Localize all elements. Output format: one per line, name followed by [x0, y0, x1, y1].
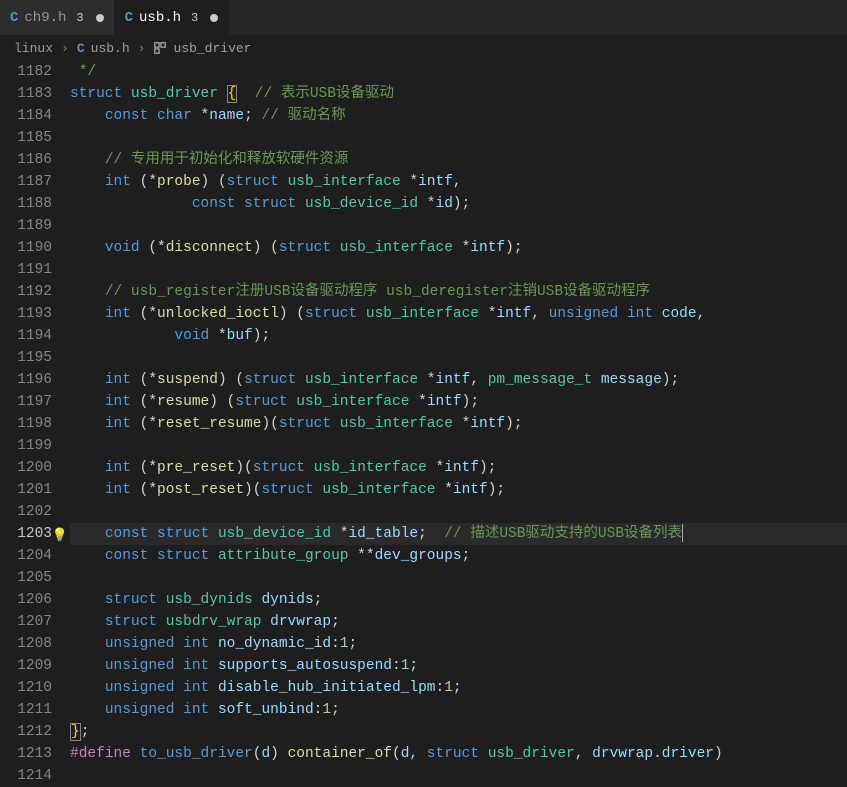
- code-line[interactable]: unsigned int supports_autosuspend:1;: [70, 655, 847, 677]
- code-line[interactable]: int (*suspend) (struct usb_interface *in…: [70, 369, 847, 391]
- code-line[interactable]: [70, 567, 847, 589]
- code-line[interactable]: int (*probe) (struct usb_interface *intf…: [70, 171, 847, 193]
- line-number[interactable]: 1200: [0, 457, 52, 479]
- line-number[interactable]: 1203💡: [0, 523, 52, 545]
- c-file-icon: C: [10, 10, 18, 26]
- line-number[interactable]: 1209: [0, 655, 52, 677]
- line-number[interactable]: 1197: [0, 391, 52, 413]
- line-number[interactable]: 1191: [0, 259, 52, 281]
- c-file-icon: C: [77, 41, 85, 56]
- line-number[interactable]: 1192: [0, 281, 52, 303]
- lightbulb-icon[interactable]: 💡: [52, 525, 68, 547]
- tab-ch9-h[interactable]: Cch9.h 3: [0, 0, 115, 35]
- code-area[interactable]: */struct usb_driver { // 表示USB设备驱动 const…: [70, 61, 847, 787]
- line-number[interactable]: 1186: [0, 149, 52, 171]
- line-number[interactable]: 1185: [0, 127, 52, 149]
- code-line[interactable]: int (*pre_reset)(struct usb_interface *i…: [70, 457, 847, 479]
- line-number[interactable]: 1204: [0, 545, 52, 567]
- line-number[interactable]: 1201: [0, 479, 52, 501]
- breadcrumb-symbol[interactable]: usb_driver: [173, 41, 251, 56]
- line-number[interactable]: 1187: [0, 171, 52, 193]
- line-number[interactable]: 1188: [0, 193, 52, 215]
- code-line[interactable]: int (*reset_resume)(struct usb_interface…: [70, 413, 847, 435]
- line-number[interactable]: 1189: [0, 215, 52, 237]
- line-number[interactable]: 1190: [0, 237, 52, 259]
- breadcrumb[interactable]: linux C usb.h usb_driver: [0, 35, 847, 61]
- line-number[interactable]: 1214: [0, 765, 52, 787]
- code-line[interactable]: const struct usb_device_id *id);: [70, 193, 847, 215]
- modified-dot-icon: [96, 14, 104, 22]
- code-line[interactable]: int (*post_reset)(struct usb_interface *…: [70, 479, 847, 501]
- line-number[interactable]: 1206: [0, 589, 52, 611]
- line-number[interactable]: 1211: [0, 699, 52, 721]
- code-line[interactable]: unsigned int no_dynamic_id:1;: [70, 633, 847, 655]
- chevron-right-icon: [136, 41, 148, 56]
- code-line[interactable]: */: [70, 61, 847, 83]
- problems-badge: 3: [76, 11, 83, 25]
- code-line[interactable]: [70, 259, 847, 281]
- line-number[interactable]: 1182: [0, 61, 52, 83]
- line-number[interactable]: 1212: [0, 721, 52, 743]
- modified-dot-icon: [210, 14, 218, 22]
- code-line[interactable]: [70, 765, 847, 787]
- tab-label: usb.h: [139, 10, 181, 26]
- c-file-icon: C: [125, 10, 133, 26]
- code-line[interactable]: struct usbdrv_wrap drvwrap;: [70, 611, 847, 633]
- tab-usb-h[interactable]: Cusb.h 3: [115, 0, 230, 35]
- code-line[interactable]: #define to_usb_driver(d) container_of(d,…: [70, 743, 847, 765]
- code-line[interactable]: struct usb_driver { // 表示USB设备驱动: [70, 83, 847, 105]
- problems-badge: 3: [191, 11, 198, 25]
- chevron-right-icon: [59, 41, 71, 56]
- line-number-gutter[interactable]: 1182118311841185118611871188118911901191…: [0, 61, 70, 787]
- code-editor[interactable]: 1182118311841185118611871188118911901191…: [0, 61, 847, 787]
- line-number[interactable]: 1210: [0, 677, 52, 699]
- code-line[interactable]: void *buf);: [70, 325, 847, 347]
- code-line[interactable]: const struct attribute_group **dev_group…: [70, 545, 847, 567]
- code-line[interactable]: [70, 435, 847, 457]
- code-line[interactable]: unsigned int soft_unbind:1;: [70, 699, 847, 721]
- tab-label: ch9.h: [24, 10, 66, 26]
- code-line[interactable]: struct usb_dynids dynids;: [70, 589, 847, 611]
- line-number[interactable]: 1183: [0, 83, 52, 105]
- line-number[interactable]: 1205: [0, 567, 52, 589]
- code-line[interactable]: [70, 215, 847, 237]
- line-number[interactable]: 1198: [0, 413, 52, 435]
- code-line[interactable]: // 专用用于初始化和释放软硬件资源: [70, 149, 847, 171]
- line-number[interactable]: 1184: [0, 105, 52, 127]
- line-number[interactable]: 1202: [0, 501, 52, 523]
- code-line[interactable]: [70, 501, 847, 523]
- line-number[interactable]: 1193: [0, 303, 52, 325]
- code-line[interactable]: [70, 127, 847, 149]
- breadcrumb-folder[interactable]: linux: [14, 41, 53, 56]
- editor-tabs: Cch9.h 3 Cusb.h 3: [0, 0, 847, 35]
- line-number[interactable]: 1207: [0, 611, 52, 633]
- code-line[interactable]: int (*resume) (struct usb_interface *int…: [70, 391, 847, 413]
- line-number[interactable]: 1208: [0, 633, 52, 655]
- code-line[interactable]: int (*unlocked_ioctl) (struct usb_interf…: [70, 303, 847, 325]
- line-number[interactable]: 1199: [0, 435, 52, 457]
- code-line[interactable]: const struct usb_device_id *id_table; //…: [70, 523, 847, 545]
- line-number[interactable]: 1213: [0, 743, 52, 765]
- code-line[interactable]: // usb_register注册USB设备驱动程序 usb_deregiste…: [70, 281, 847, 303]
- line-number[interactable]: 1195: [0, 347, 52, 369]
- code-line[interactable]: [70, 347, 847, 369]
- line-number[interactable]: 1194: [0, 325, 52, 347]
- symbol-struct-icon: [153, 41, 167, 56]
- code-line[interactable]: };: [70, 721, 847, 743]
- breadcrumb-file[interactable]: usb.h: [91, 41, 130, 56]
- line-number[interactable]: 1196: [0, 369, 52, 391]
- code-line[interactable]: unsigned int disable_hub_initiated_lpm:1…: [70, 677, 847, 699]
- code-line[interactable]: void (*disconnect) (struct usb_interface…: [70, 237, 847, 259]
- code-line[interactable]: const char *name; // 驱动名称: [70, 105, 847, 127]
